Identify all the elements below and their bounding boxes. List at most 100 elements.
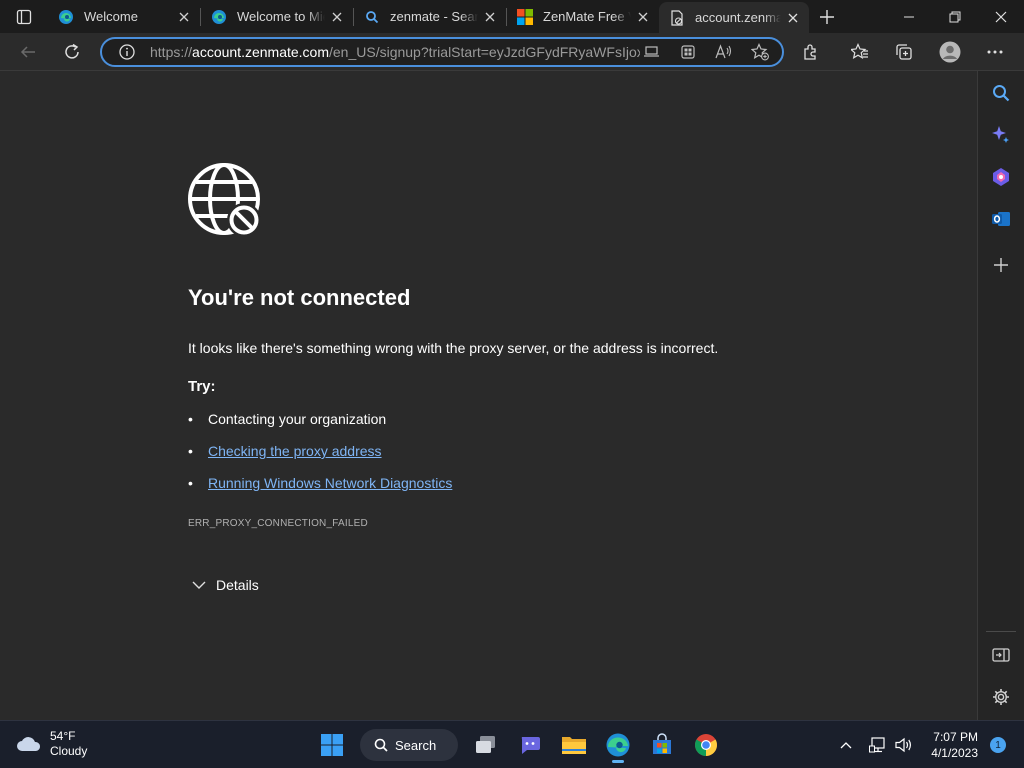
app-available-button[interactable] <box>634 39 670 65</box>
weather-temperature: 54°F <box>50 729 76 743</box>
address-bar[interactable]: https://account.zenmate.com/en_US/signup… <box>100 37 784 67</box>
collections-button[interactable] <box>887 36 921 68</box>
taskbar-search-label: Search <box>395 737 437 753</box>
details-toggle[interactable]: Details <box>192 577 259 593</box>
chevron-up-icon <box>840 742 852 749</box>
folder-icon <box>562 737 586 754</box>
windows-logo-icon <box>321 734 343 756</box>
collections-icon <box>896 43 912 60</box>
url-scheme: https:// <box>150 44 193 60</box>
network-button[interactable] <box>865 725 891 765</box>
sidebar-divider <box>986 631 1016 632</box>
tab-zenmate-vpn[interactable]: ZenMate Free VPN <box>507 0 659 33</box>
restore-button[interactable] <box>932 0 978 33</box>
bullet-dot: • <box>188 411 193 427</box>
start-button[interactable] <box>310 725 354 765</box>
clock[interactable]: 7:07 PM 4/1/2023 <box>931 729 978 761</box>
network-diagnostics-link[interactable]: Running Windows Network Diagnostics <box>208 475 452 491</box>
sidebar-discover-button[interactable] <box>989 123 1013 147</box>
close-tab-icon[interactable] <box>785 10 801 26</box>
close-icon <box>995 11 1007 22</box>
url-path: /en_US/signup?trialStart=eyJzdGFydFRyaWF… <box>329 44 640 60</box>
close-tab-icon[interactable] <box>635 9 651 25</box>
add-favorite-button[interactable] <box>742 39 778 65</box>
chrome-button[interactable] <box>684 725 728 765</box>
tab-zenmate-search[interactable]: zenmate - Search <box>354 0 506 33</box>
url-host: account.zenmate.com <box>192 44 329 60</box>
sidebar-designer-button[interactable] <box>989 165 1013 189</box>
sidebar-add-button[interactable] <box>989 253 1013 277</box>
favorites-icon <box>851 42 868 59</box>
tab-account-zenmate[interactable]: account.zenmate.com <box>659 2 809 33</box>
plus-icon <box>994 258 1008 272</box>
show-hidden-icons-button[interactable] <box>833 725 859 765</box>
refresh-button[interactable] <box>55 36 89 68</box>
tab-title: zenmate - Search <box>390 9 478 24</box>
edge-icon <box>58 9 74 25</box>
details-label: Details <box>216 577 259 593</box>
notification-badge[interactable]: 1 <box>990 737 1006 753</box>
tab-welcome[interactable]: Welcome <box>48 0 200 33</box>
suggestion-contact-org: • Contacting your organization <box>188 411 386 427</box>
extensions-button[interactable] <box>794 36 828 68</box>
error-code: ERR_PROXY_CONNECTION_FAILED <box>188 518 368 529</box>
url-text[interactable]: https://account.zenmate.com/en_US/signup… <box>150 44 640 60</box>
tab-title: Welcome to Microsoft Edge <box>237 9 325 24</box>
file-explorer-button[interactable] <box>552 725 596 765</box>
back-button[interactable] <box>11 36 45 68</box>
profile-button[interactable] <box>933 36 967 68</box>
site-info-icon[interactable] <box>112 44 142 60</box>
tab-actions-button[interactable] <box>0 0 48 33</box>
close-tab-icon[interactable] <box>329 9 345 25</box>
read-aloud-button[interactable] <box>706 39 742 65</box>
edge-icon <box>606 733 630 757</box>
edge-taskbar-button[interactable] <box>596 725 640 765</box>
check-proxy-link[interactable]: Checking the proxy address <box>208 443 382 459</box>
sparkle-icon <box>992 126 1009 143</box>
edge-sidebar <box>977 71 1024 720</box>
tab-welcome-edge[interactable]: Welcome to Microsoft Edge <box>201 0 353 33</box>
close-window-button[interactable] <box>978 0 1024 33</box>
puzzle-icon <box>804 43 816 60</box>
bullet-dot: • <box>188 443 193 459</box>
teams-chat-button[interactable] <box>508 725 552 765</box>
chevron-down-icon <box>192 580 216 590</box>
star-add-icon <box>751 43 769 61</box>
sidebar-toggle-icon <box>992 648 1010 662</box>
more-dots-icon <box>987 50 1003 53</box>
taskbar-apps: Search <box>310 725 728 765</box>
tab-title: ZenMate Free VPN <box>543 9 631 24</box>
store-icon <box>653 733 671 754</box>
sidebar-settings-button[interactable] <box>989 685 1013 709</box>
suggestion-network-diagnostics: • Running Windows Network Diagnostics <box>188 475 452 491</box>
grid-icon <box>681 45 695 59</box>
sidebar-hide-button[interactable] <box>989 643 1013 667</box>
refresh-icon <box>65 43 79 59</box>
taskbar-search[interactable]: Search <box>360 729 458 761</box>
chat-icon <box>521 737 540 754</box>
weather-widget[interactable]: 54°F Cloudy <box>16 729 87 759</box>
new-tab-button[interactable] <box>811 0 843 33</box>
weather-condition: Cloudy <box>50 744 88 758</box>
task-view-icon <box>476 736 495 753</box>
address-bar-actions <box>634 39 778 65</box>
microsoft-store-button[interactable] <box>640 725 684 765</box>
favorites-button[interactable] <box>843 36 877 68</box>
microsoft-icon <box>517 8 533 25</box>
collections-grid-button[interactable] <box>670 39 706 65</box>
close-tab-icon[interactable] <box>482 9 498 25</box>
globe-blocked-icon <box>188 163 261 237</box>
close-tab-icon[interactable] <box>176 9 192 25</box>
volume-button[interactable] <box>891 725 917 765</box>
minimize-button[interactable] <box>886 0 932 33</box>
sidebar-search-button[interactable] <box>989 81 1013 105</box>
tab-title: account.zenmate.com <box>695 10 781 25</box>
task-view-button[interactable] <box>464 725 508 765</box>
plus-icon <box>820 9 834 24</box>
windows-taskbar: 54°F Cloudy Search 7:07 PM 4/1/2023 1 <box>0 720 1024 768</box>
settings-more-button[interactable] <box>978 36 1012 68</box>
minimize-icon <box>904 16 914 17</box>
gear-icon <box>993 689 1009 705</box>
suggestion-proxy-address: • Checking the proxy address <box>188 443 382 459</box>
sidebar-outlook-button[interactable] <box>989 207 1013 231</box>
